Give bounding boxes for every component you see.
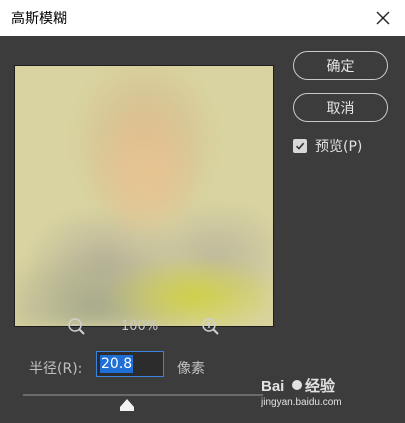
baidu-jingyan-watermark: Bai 经验 jingyan.baidu.com bbox=[261, 377, 342, 408]
preview-option[interactable]: 预览(P) bbox=[293, 136, 362, 156]
radius-value: 20.8 bbox=[100, 355, 134, 373]
close-icon bbox=[376, 11, 390, 25]
slider-thumb-icon[interactable] bbox=[120, 399, 134, 411]
unit-label: 像素 bbox=[177, 361, 205, 377]
zoom-out-button[interactable] bbox=[67, 317, 87, 337]
checkmark-icon bbox=[295, 142, 305, 150]
preview-checkbox[interactable] bbox=[293, 139, 307, 153]
radius-input[interactable]: 20.8 bbox=[96, 351, 164, 377]
zoom-level: 100% bbox=[121, 319, 159, 334]
close-button[interactable] bbox=[371, 6, 395, 30]
zoom-out-icon bbox=[68, 318, 85, 335]
radius-label: 半径(R): bbox=[29, 361, 83, 377]
radius-slider-track[interactable] bbox=[23, 394, 263, 396]
svg-text:经验: 经验 bbox=[305, 377, 336, 395]
cancel-button[interactable]: 取消 bbox=[293, 93, 388, 122]
dialog-body: 确定 取消 预览(P) 100% 半径(R): 20.8 像素 Bai 经验 j… bbox=[0, 36, 405, 423]
zoom-in-button[interactable] bbox=[201, 317, 221, 337]
gaussian-blur-dialog: 高斯模糊 确定 取消 预览(P) 100% 半径(R): 20.8 像素 Bai… bbox=[0, 0, 405, 423]
ok-button[interactable]: 确定 bbox=[293, 51, 388, 80]
svg-text:jingyan.baidu.com: jingyan.baidu.com bbox=[261, 397, 342, 408]
zoom-in-icon bbox=[202, 318, 219, 335]
preview-area[interactable] bbox=[14, 65, 274, 327]
svg-text:Bai: Bai bbox=[261, 378, 284, 395]
title-bar: 高斯模糊 bbox=[0, 0, 405, 36]
zoom-controls: 100% bbox=[0, 317, 290, 339]
blurred-preview-image bbox=[15, 66, 273, 326]
preview-label: 预览(P) bbox=[315, 139, 363, 155]
dialog-title: 高斯模糊 bbox=[11, 11, 67, 27]
